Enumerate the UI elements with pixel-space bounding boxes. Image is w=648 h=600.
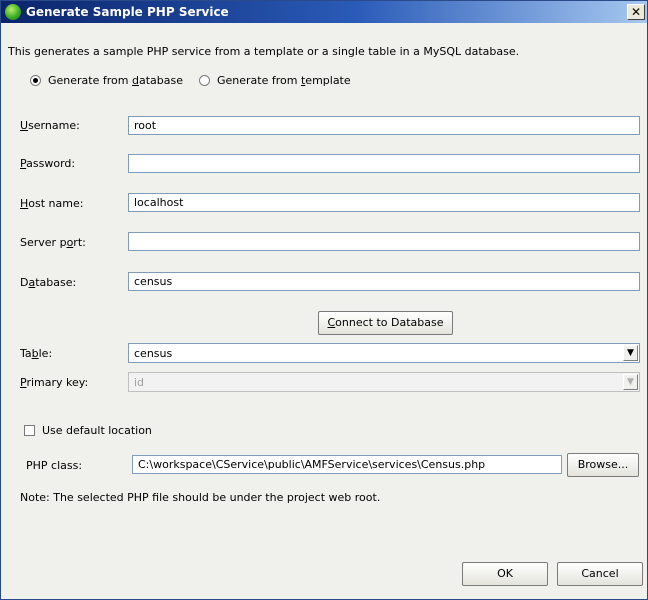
window-title: Generate Sample PHP Service [26, 5, 229, 19]
server-port-label: Server port: [20, 236, 86, 249]
hostname-label: Host name: [20, 197, 84, 210]
hostname-field[interactable]: localhost [128, 193, 640, 212]
radio-generate-from-template[interactable] [199, 75, 210, 86]
table-select[interactable]: census ▼ [128, 343, 640, 363]
dialog-window: Generate Sample PHP Service ✕ This gener… [0, 0, 648, 600]
ok-button[interactable]: OK [462, 562, 548, 586]
close-icon[interactable]: ✕ [627, 4, 645, 20]
username-field[interactable]: root [128, 116, 640, 135]
note-text: Note: The selected PHP file should be un… [20, 491, 381, 504]
app-logo-icon [5, 4, 21, 20]
database-field[interactable]: census [128, 272, 640, 291]
chevron-down-icon: ▼ [623, 374, 638, 390]
primary-key-selected-value: id [134, 376, 145, 389]
password-field[interactable] [128, 154, 640, 173]
username-label: Username: [20, 119, 80, 132]
server-port-field[interactable] [128, 232, 640, 251]
chevron-down-icon[interactable]: ▼ [623, 345, 638, 361]
description-text: This generates a sample PHP service from… [8, 45, 520, 58]
php-class-field[interactable]: C:\workspace\CService\public\AMFService\… [132, 455, 562, 474]
connect-to-database-button[interactable]: Connect to Database [318, 311, 453, 335]
primary-key-label: Primary key: [20, 376, 89, 389]
radio-label-database: Generate from database [48, 74, 183, 87]
cancel-button[interactable]: Cancel [557, 562, 643, 586]
primary-key-select: id ▼ [128, 372, 640, 392]
use-default-location-label: Use default location [42, 424, 152, 437]
php-class-label: PHP class: [26, 459, 83, 472]
title-bar[interactable]: Generate Sample PHP Service ✕ [1, 1, 647, 23]
radio-generate-from-database[interactable] [30, 75, 41, 86]
table-label: Table: [20, 347, 53, 360]
browse-button[interactable]: Browse... [567, 453, 639, 477]
password-label: Password: [20, 157, 76, 170]
database-label: Database: [20, 276, 77, 289]
radio-label-template: Generate from template [217, 74, 351, 87]
use-default-location-checkbox[interactable] [24, 425, 35, 436]
table-selected-value: census [134, 347, 173, 360]
